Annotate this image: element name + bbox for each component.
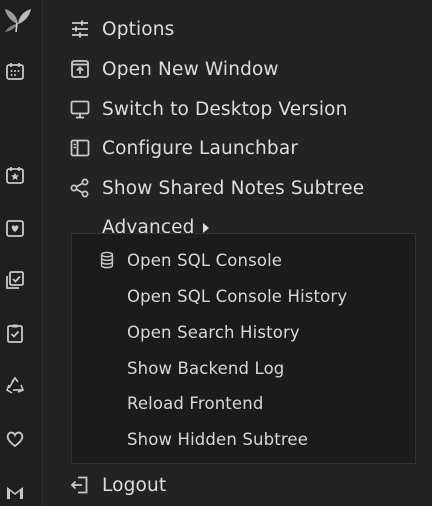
menu-item-label: Open New Window [102,58,279,80]
calendar-icon[interactable] [3,59,27,83]
recycle-icon[interactable] [3,374,27,398]
menu-item-label: Show Shared Notes Subtree [102,177,365,199]
menu-item-show-shared-notes[interactable]: Show Shared Notes Subtree [68,174,364,202]
submenu-item-label: Show Hidden Subtree [127,429,309,449]
menu-item-label: Options [102,18,175,40]
layout-sidebar-icon [68,136,92,160]
heart-icon[interactable] [3,427,27,451]
advanced-submenu: Open SQL Console Open SQL Console Histor… [71,233,416,464]
launchbar [0,0,43,506]
menu-item-configure-launchbar[interactable]: Configure Launchbar [68,134,298,162]
checklist-icon[interactable] [3,268,27,292]
star-calendar-icon[interactable] [3,163,27,187]
menu-item-switch-desktop[interactable]: Switch to Desktop Version [68,95,347,123]
submenu-item-show-hidden-subtree[interactable]: Show Hidden Subtree [99,426,308,452]
desktop-icon [68,97,92,121]
menu-item-label: Switch to Desktop Version [102,98,348,120]
heart-square-icon[interactable] [3,216,27,240]
menu-item-logout[interactable]: Logout [68,471,166,499]
submenu-item-reload-frontend[interactable]: Reload Frontend [99,390,263,416]
submenu-item-label: Open Search History [127,322,300,342]
caret-right-icon [202,223,209,233]
share-icon [68,176,92,200]
submenu-item-open-sql-console-history[interactable]: Open SQL Console History [99,283,347,309]
trilium-logo-icon[interactable] [2,6,34,34]
database-icon [99,250,115,270]
app-root: Options Open New Window Switch to Deskto… [0,0,432,506]
menu-item-label: Logout [102,474,167,496]
gmail-icon[interactable] [3,480,27,504]
submenu-item-open-sql-console[interactable]: Open SQL Console [99,247,282,273]
submenu-item-label: Show Backend Log [127,358,285,378]
submenu-item-label: Reload Frontend [127,393,264,413]
submenu-item-label: Open SQL Console History [127,286,348,306]
menu-item-label: Configure Launchbar [102,137,299,159]
sliders-icon [68,17,92,41]
clipboard-check-icon[interactable] [3,321,27,345]
logout-icon [68,473,92,497]
menu-item-open-new-window[interactable]: Open New Window [68,55,279,83]
submenu-item-show-backend-log[interactable]: Show Backend Log [99,355,284,381]
menu-item-options[interactable]: Options [68,15,174,43]
window-open-icon [68,57,92,81]
submenu-item-open-search-history[interactable]: Open Search History [99,319,300,345]
submenu-item-label: Open SQL Console [127,250,283,270]
